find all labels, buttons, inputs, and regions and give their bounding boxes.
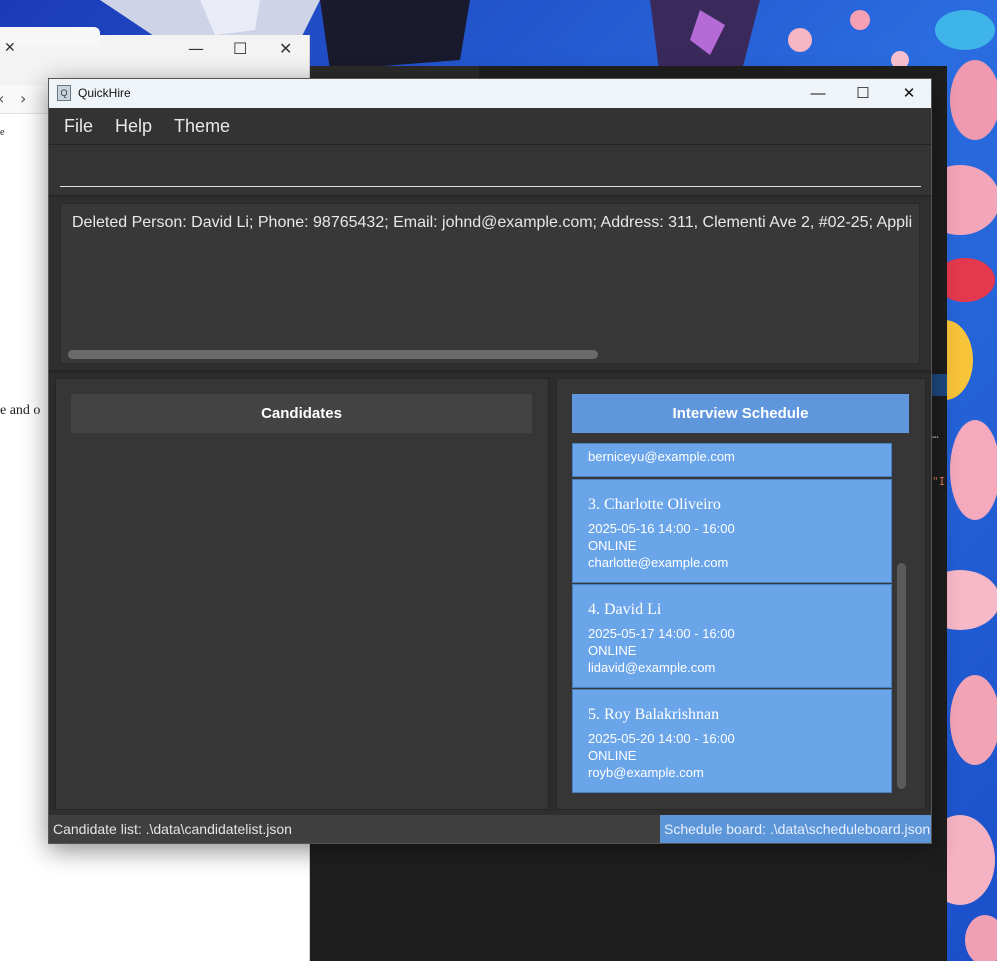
schedule-card-name: 4. David Li [588,601,662,618]
result-display-area: Deleted Person: David Li; Phone: 9876543… [49,197,931,373]
schedule-card-email: lidavid@example.com [588,660,716,675]
main-panels: Candidates Interview Schedule berniceyu@… [49,373,931,810]
schedule-card-name: 5. Roy Balakrishnan [588,706,720,723]
browser-maximize-button[interactable]: ☐ [233,39,247,58]
schedule-list[interactable]: berniceyu@example.com 3. Charlotte Olive… [572,443,894,793]
editor-fragment-2: "I [932,475,946,488]
schedule-card-mode: ONLINE [588,538,637,553]
close-tab-icon[interactable]: ✕ [4,40,16,56]
window-title: QuickHire [78,86,131,100]
menu-file[interactable]: File [57,116,100,137]
candidates-panel: Candidates [55,378,549,810]
schedule-card-email: berniceyu@example.com [588,449,735,464]
schedule-card-datetime: 2025-05-16 14:00 - 16:00 [588,521,735,536]
result-horizontal-scrollbar[interactable] [68,350,598,359]
close-button[interactable]: ✕ [886,79,932,108]
schedule-card-mode: ONLINE [588,643,637,658]
back-arrow-icon[interactable]: ‹ [0,89,4,108]
editor-active-marker [930,374,947,396]
schedule-card-mode: ONLINE [588,748,637,763]
schedule-card[interactable]: 5. Roy Balakrishnan 2025-05-20 14:00 - 1… [572,689,892,793]
result-display[interactable]: Deleted Person: David Li; Phone: 9876543… [60,203,920,364]
schedule-card-email: charlotte@example.com [588,555,729,570]
quickhire-window: Q QuickHire — ☐ ✕ File Help Theme Delete… [48,78,932,844]
editor-fragment-1: … [932,428,939,441]
quickhire-app-icon: Q [57,85,71,101]
editor-side-strip: … "I [930,342,947,961]
menu-bar: File Help Theme [49,108,931,145]
schedule-card-datetime: 2025-05-20 14:00 - 16:00 [588,731,735,746]
menu-help[interactable]: Help [108,116,159,137]
minimize-button[interactable]: — [795,79,841,108]
schedule-card-name: 3. Charlotte Oliveiro [588,496,721,513]
browser-text-fragment-2: e and o [0,403,41,418]
schedule-card[interactable]: 4. David Li 2025-05-17 14:00 - 16:00 ONL… [572,584,892,688]
schedule-panel-title: Interview Schedule [572,394,909,433]
status-bar: Candidate list: .\data\candidatelist.jso… [49,815,931,843]
schedule-board-path: Schedule board: .\data\scheduleboard.jso… [660,815,931,843]
command-input[interactable] [60,151,921,187]
browser-text-fragment-1: e [0,127,5,138]
browser-tab[interactable]: ✕ [0,27,100,56]
candidates-panel-title: Candidates [71,394,532,433]
window-titlebar[interactable]: Q QuickHire — ☐ ✕ [49,79,931,108]
browser-close-button[interactable]: ✕ [279,39,292,58]
result-message: Deleted Person: David Li; Phone: 9876543… [72,214,913,231]
menu-theme[interactable]: Theme [167,116,237,137]
schedule-card[interactable]: 3. Charlotte Oliveiro 2025-05-16 14:00 -… [572,479,892,583]
schedule-card-partial[interactable]: berniceyu@example.com [572,443,892,477]
schedule-panel: Interview Schedule berniceyu@example.com… [556,378,926,810]
schedule-card-email: royb@example.com [588,765,704,780]
maximize-button[interactable]: ☐ [840,79,886,108]
schedule-card-datetime: 2025-05-17 14:00 - 16:00 [588,626,735,641]
editor-topbar [309,66,479,78]
command-box [49,145,931,197]
schedule-vertical-scrollbar[interactable] [897,563,906,789]
browser-minimize-button[interactable]: — [188,39,204,58]
forward-arrow-icon[interactable]: › [20,89,26,108]
candidate-list-path: Candidate list: .\data\candidatelist.jso… [53,821,292,837]
